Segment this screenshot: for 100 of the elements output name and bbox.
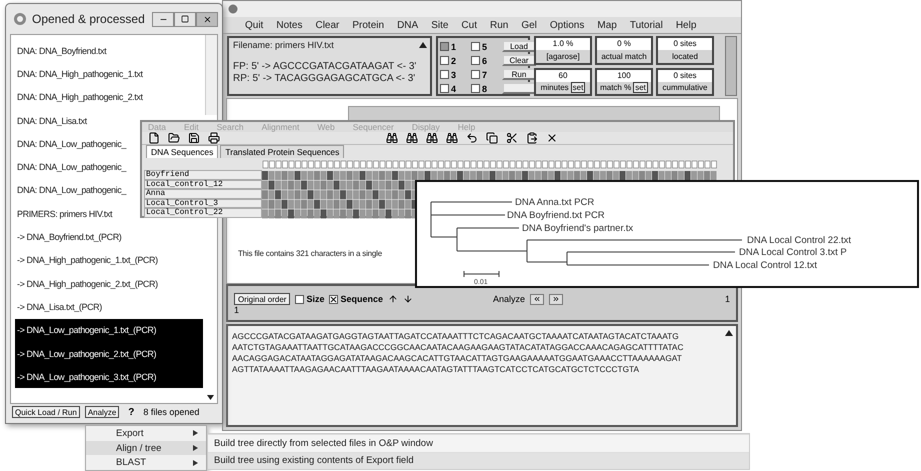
scroll-down-icon[interactable]	[207, 395, 214, 400]
sequence-text-area[interactable]	[226, 324, 738, 427]
scroll-up-icon[interactable]	[725, 329, 733, 336]
sequence-checkbox[interactable]: Sequence	[329, 294, 384, 304]
file-list-item[interactable]: DNA: DNA_Low_pathogenic_	[15, 132, 128, 156]
paste-icon[interactable]	[526, 132, 538, 144]
primer-sequence: RP: 5' -> TACAGGGAGAGCATGCA <- 3'	[233, 73, 416, 84]
menu-item[interactable]: Map	[597, 20, 617, 30]
lane-button[interactable]: Clear	[502, 54, 536, 66]
original-order-button[interactable]: Original order	[234, 293, 290, 305]
file-list-item[interactable]: DNA: DNA_Low_pathogenic_	[15, 178, 128, 202]
set-button[interactable]: set	[570, 82, 586, 94]
app-icon	[13, 12, 27, 26]
lane-button[interactable]: Run	[502, 68, 536, 80]
file-list-item[interactable]: -> DNA_Low_pathogenic_1.txt_(PCR)	[15, 318, 203, 342]
lane-checkbox[interactable]: 3	[440, 68, 470, 81]
file-list-item[interactable]: DNA: DNA_Boyfriend.txt	[15, 39, 108, 62]
menu-item[interactable]: Build tree using existing contents of Export field	[208, 452, 749, 469]
close-icon[interactable]	[546, 132, 558, 144]
lane-checkbox[interactable]: 2	[440, 54, 470, 67]
tree-leaf-label: DNA Boyfriend's partner.tx	[522, 223, 634, 234]
close-button[interactable]	[196, 12, 218, 26]
maximize-icon	[181, 15, 189, 23]
lane-checkbox[interactable]: 7	[471, 68, 501, 81]
menu-item[interactable]: Help	[676, 20, 696, 30]
stat-label: [agarose]	[546, 52, 580, 61]
menu-item[interactable]: DNA	[397, 20, 418, 30]
file-list-item[interactable]: DNA: DNA_High_pathogenic_1.txt	[15, 62, 145, 86]
menu-item[interactable]: Run	[490, 20, 508, 30]
up-arrow-icon[interactable]	[388, 294, 398, 304]
menu-item[interactable]: Export	[86, 426, 206, 441]
next-button[interactable]	[549, 294, 564, 304]
menu-item[interactable]: Align / tree	[86, 440, 206, 456]
menu-item[interactable]: Tutorial	[630, 20, 663, 30]
menu-item[interactable]: Notes	[276, 20, 302, 30]
lane-button[interactable]: Load	[502, 40, 536, 52]
stat-value: 0 sites	[658, 70, 712, 82]
tab[interactable]: Translated Protein Sequences	[220, 145, 344, 158]
primer-sequence: FP: 5' -> AGCCCGATACGATAAGAT <- 3'	[233, 61, 416, 72]
stat-label: actual match	[601, 52, 647, 61]
binoculars-icon[interactable]	[426, 132, 438, 144]
menu-item[interactable]: Cut	[461, 20, 477, 30]
filename-label: Filename: primers HIV.txt	[233, 40, 334, 51]
down-arrow-icon[interactable]	[403, 294, 414, 304]
scroll-up-icon[interactable]	[419, 41, 427, 48]
menu-item[interactable]: Quit	[245, 20, 264, 30]
new-file-icon[interactable]	[148, 132, 160, 144]
submenu-arrow-icon	[193, 460, 198, 466]
menu-item[interactable]: Options	[550, 20, 584, 30]
tree-leaf-label: DNA Local Control 3.txt P	[739, 247, 847, 258]
save-icon[interactable]	[188, 132, 200, 144]
stat-label: cummulative	[662, 83, 708, 92]
file-list-item[interactable]: DNA: DNA_Low_pathogenic_	[15, 155, 128, 179]
stat-value: 0 sites	[658, 38, 712, 50]
tree-leaf-label: DNA Anna.txt PCR	[515, 197, 594, 208]
close-icon	[202, 14, 212, 24]
lane-checkbox[interactable]: 8	[471, 82, 501, 95]
file-list-item[interactable]: -> DNA_Low_pathogenic_3.txt_(PCR)	[15, 365, 203, 388]
analyze-button[interactable]: Analyze	[84, 406, 120, 418]
tree-leaf-label: DNA Local Control 12.txt	[713, 260, 818, 271]
file-list-item[interactable]: -> DNA_Low_pathogenic_2.txt_(PCR)	[15, 342, 203, 366]
file-list-item[interactable]: DNA: DNA_High_pathogenic_2.txt	[15, 86, 145, 109]
menu-item[interactable]: Protein	[352, 20, 384, 30]
lane-checkbox[interactable]: 1	[440, 40, 470, 53]
set-button[interactable]: set	[633, 82, 648, 94]
stat-value: 1.0 %	[536, 38, 590, 50]
lane-checkbox[interactable]: 6	[471, 54, 501, 67]
menu-item[interactable]: Clear	[315, 20, 340, 30]
menu-item[interactable]: BLAST	[86, 455, 206, 470]
file-list-item[interactable]: PRIMERS: primers HIV.txt	[15, 202, 114, 226]
quick-load-button[interactable]: Quick Load / Run	[12, 406, 80, 418]
binoculars-icon[interactable]	[446, 132, 458, 144]
undo-icon[interactable]	[466, 132, 478, 144]
copy-icon[interactable]	[486, 132, 498, 144]
menu-item[interactable]: Site	[431, 20, 448, 30]
tab[interactable]: DNA Sequences	[146, 145, 218, 158]
file-list-item[interactable]: DNA: DNA_Lisa.txt	[15, 108, 89, 132]
first-button[interactable]	[530, 294, 544, 304]
size-checkbox[interactable]: Size	[295, 294, 324, 304]
binoculars-icon[interactable]	[406, 132, 418, 144]
menu-item[interactable]: Gel	[521, 20, 537, 30]
binoculars-icon[interactable]	[386, 132, 398, 144]
sequence-name: Boyfriend	[144, 170, 262, 180]
stat-label: match %	[600, 83, 632, 92]
file-list-item[interactable]: -> DNA_High_pathogenic_2.txt_(PCR)	[15, 272, 160, 296]
maximize-button[interactable]	[174, 12, 196, 26]
file-list-item[interactable]: -> DNA_Lisa.txt_(PCR)	[15, 295, 104, 319]
info-text: This file contains 321 characters in a single	[238, 249, 382, 258]
printer-icon[interactable]	[208, 132, 220, 144]
help-button[interactable]: ?	[124, 406, 138, 418]
analyze-label: Analyze	[493, 294, 526, 304]
open-folder-icon[interactable]	[168, 132, 180, 144]
scrollbar	[725, 36, 737, 96]
file-list-item[interactable]: -> DNA_Boyfriend.txt_(PCR)	[15, 225, 124, 249]
lane-checkbox[interactable]: 5	[471, 40, 501, 53]
file-list-item[interactable]: -> DNA_High_pathogenic_1.txt_(PCR)	[15, 248, 160, 272]
blank-button[interactable]	[502, 82, 536, 94]
lane-checkbox[interactable]: 4	[440, 82, 470, 95]
stat-label: minutes	[540, 83, 569, 92]
cut-icon[interactable]	[506, 132, 518, 144]
